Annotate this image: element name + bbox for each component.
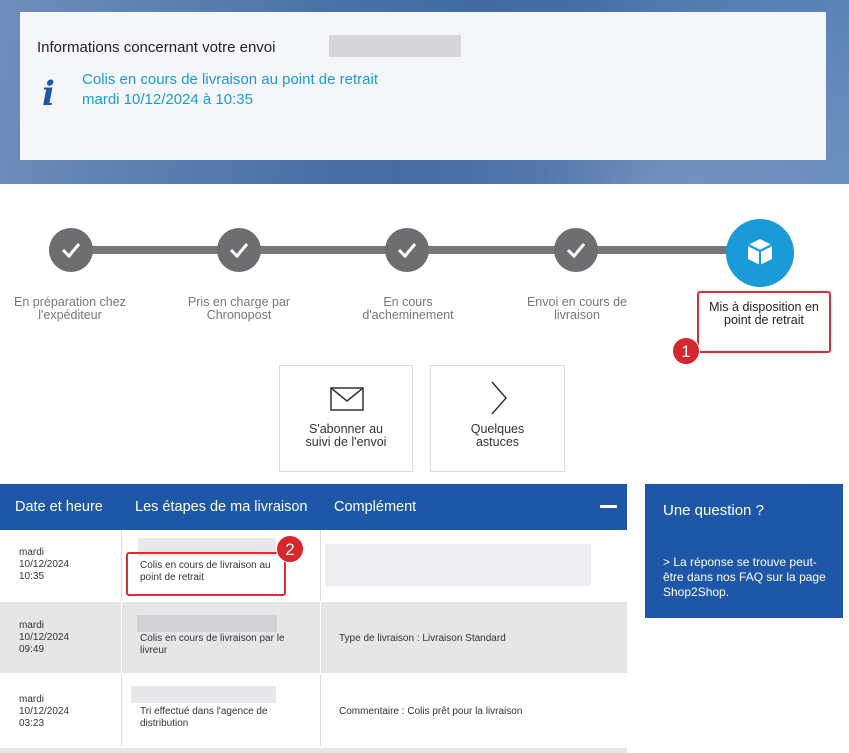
row-day: mardi	[19, 620, 45, 631]
status-message: Colis en cours de livraison au point de …	[82, 71, 378, 88]
step-label-delivery: Envoi en cours de livraison	[526, 295, 628, 322]
redacted-complement	[325, 544, 591, 586]
row-step: Colis en cours de livraison par le livre…	[140, 633, 285, 656]
row-time: 10:35	[19, 571, 45, 582]
column-header-steps: Les étapes de ma livraison	[135, 499, 308, 515]
row-step-highlight	[126, 552, 286, 596]
table-row: mardi 10/12/2024 09:49 Colis en cours de…	[0, 602, 627, 674]
row-time: 03:23	[19, 718, 45, 729]
progress-track	[428, 246, 555, 254]
table-row-next	[0, 748, 627, 753]
step-label-pickup-point: Mis à disposition en point de retrait	[709, 300, 819, 327]
shipment-info-card: Informations concernant votre envoi i Co…	[20, 12, 826, 160]
column-header-date: Date et heure	[15, 499, 103, 515]
column-header-complement: Complément	[334, 499, 417, 515]
table-row: mardi 10/12/2024 10:35 Colis en cours de…	[0, 530, 627, 602]
status-datetime: mardi 10/12/2024 à 10:35	[82, 91, 253, 108]
row-day: mardi	[19, 694, 45, 705]
row-date: 10/12/2024	[19, 706, 70, 717]
step-done-check-icon	[49, 228, 93, 272]
step-label-preparation: En préparation chez l'expéditeur	[14, 295, 126, 322]
step-done-check-icon	[217, 228, 261, 272]
chevron-right-icon	[491, 381, 507, 415]
info-icon: i	[42, 74, 55, 114]
progress-track	[260, 246, 386, 254]
envelope-icon	[330, 387, 364, 411]
collapse-minus-icon[interactable]	[600, 505, 617, 508]
active-step-highlight: Mis à disposition en point de retrait	[697, 291, 831, 353]
step-label-pickup: Pris en charge par Chronopost	[187, 295, 291, 322]
tips-label: Quelques astuces	[470, 422, 525, 449]
tracking-table-header: Date et heure Les étapes de ma livraison…	[0, 484, 627, 530]
redacted-location	[131, 686, 276, 703]
info-title: Informations concernant votre envoi	[37, 39, 276, 56]
progress-track	[597, 246, 729, 254]
subscribe-label: S'abonner au suivi de l'envoi	[305, 422, 387, 449]
question-title: Une question ?	[663, 502, 764, 519]
step-done-check-icon	[554, 228, 598, 272]
progress-track	[92, 246, 226, 254]
annotation-badge-1: 1	[672, 337, 700, 365]
row-complement: Type de livraison : Livraison Standard	[339, 633, 506, 644]
row-date: 10/12/2024	[19, 559, 70, 570]
row-time: 09:49	[19, 644, 45, 655]
row-day: mardi	[19, 547, 45, 558]
row-step: Tri effectué dans l'agence de distributi…	[140, 706, 268, 729]
faq-link[interactable]: > La réponse se trouve peut-être dans no…	[663, 555, 835, 600]
redacted-tracking-number	[329, 35, 461, 57]
row-complement: Commentaire : Colis prêt pour la livrais…	[339, 706, 523, 717]
row-date: 10/12/2024	[19, 632, 70, 643]
faq-question-box[interactable]: Une question ? > La réponse se trouve pe…	[645, 484, 843, 618]
step-label-transit: En cours d'acheminement	[362, 295, 454, 322]
tips-button[interactable]: Quelques astuces	[430, 365, 565, 472]
annotation-badge-2: 2	[276, 535, 304, 563]
subscribe-tracking-button[interactable]: S'abonner au suivi de l'envoi	[279, 365, 413, 472]
step-done-check-icon	[385, 228, 429, 272]
table-row: mardi 10/12/2024 03:23 Tri effectué dans…	[0, 675, 627, 747]
step-active-package-icon	[726, 219, 794, 287]
header-banner: Informations concernant votre envoi i Co…	[0, 0, 849, 184]
redacted-location	[137, 615, 277, 632]
